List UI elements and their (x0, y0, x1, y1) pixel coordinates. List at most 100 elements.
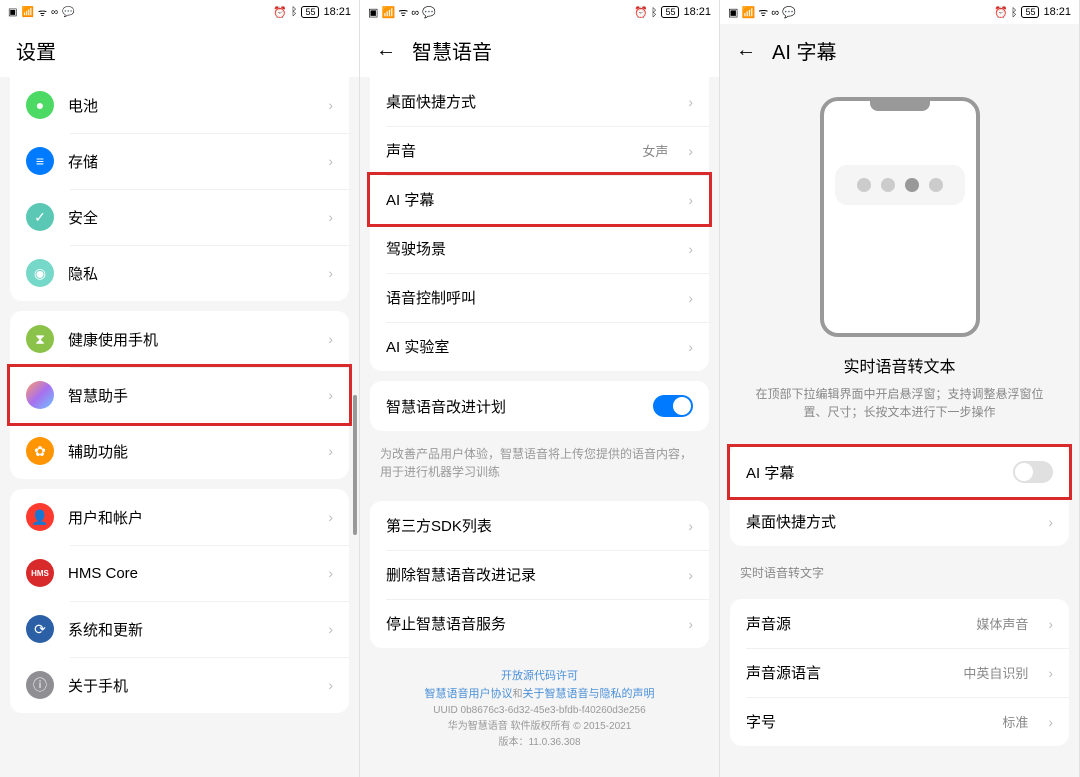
chevron-icon: › (688, 143, 693, 159)
settings-row[interactable]: ● 电池 › (10, 77, 349, 133)
list-row[interactable]: 停止智慧语音服务› (370, 599, 709, 648)
list-row[interactable]: AI 字幕› (367, 172, 712, 227)
voice-group-improve: 智慧语音改进计划 (370, 381, 709, 431)
status-time: 18:21 (323, 6, 351, 18)
page-title: AI 字幕 (772, 36, 836, 65)
voice-content[interactable]: 桌面快捷方式›声音女声›AI 字幕›驾驶场景›语音控制呼叫›AI 实验室› 智慧… (360, 77, 719, 777)
illustration-title: 实时语音转文本 (720, 353, 1079, 377)
row-icon: ≡ (26, 147, 54, 175)
chevron-icon: › (688, 192, 693, 208)
screen-ai-subtitle: ▣ 📶 ᯤ ∞ 💬 ⏰ ᛒ 55 18:21 ← AI 字幕 实时语音转文本 在… (720, 0, 1080, 777)
dot-4 (929, 178, 943, 192)
row-label: 桌面快捷方式 (386, 91, 668, 112)
list-row[interactable]: 声音源语言中英自识别› (730, 648, 1069, 697)
chevron-icon: › (688, 616, 693, 632)
status-bar: ▣ 📶 ᯤ ∞ 💬 ⏰ ᛒ 55 18:21 (360, 0, 719, 24)
list-row[interactable]: 语音控制呼叫› (370, 273, 709, 322)
ai-subtitle-content[interactable]: 实时语音转文本 在顶部下拉编辑界面中开启悬浮窗；支持调整悬浮窗位置、尺寸；长按文… (720, 77, 1079, 777)
ai-subtitle-header: ← AI 字幕 (720, 24, 1079, 77)
chevron-icon: › (328, 565, 333, 581)
row-label: 电池 (68, 95, 308, 116)
settings-group-1: ● 电池 ›≡ 存储 ›✓ 安全 ›◉ 隐私 › (10, 77, 349, 301)
status-time: 18:21 (683, 6, 711, 18)
settings-row[interactable]: ◉ 隐私 › (10, 245, 349, 301)
row-label: 用户和帐户 (68, 507, 308, 528)
indicators: ⏰ ᛒ (634, 6, 657, 19)
status-bar: ▣ 📶 ᯤ ∞ 💬 ⏰ ᛒ 55 18:21 (720, 0, 1079, 24)
settings-row[interactable]: 👤 用户和帐户 › (10, 489, 349, 545)
row-label: 字号 (746, 711, 988, 732)
settings-row[interactable]: ⓘ 关于手机 › (10, 657, 349, 713)
row-label: 桌面快捷方式 (746, 511, 1028, 532)
dot-3 (905, 178, 919, 192)
illustration-desc: 在顶部下拉编辑界面中开启悬浮窗；支持调整悬浮窗位置、尺寸；长按文本进行下一步操作 (720, 377, 1079, 437)
chevron-icon: › (328, 443, 333, 459)
row-value: 中英自识别 (963, 663, 1028, 682)
settings-row[interactable]: ≡ 存储 › (10, 133, 349, 189)
row-label: AI 字幕 (746, 462, 999, 483)
back-icon[interactable]: ← (376, 39, 396, 62)
improve-plan-row[interactable]: 智慧语音改进计划 (370, 381, 709, 431)
settings-row[interactable]: ✿ 辅助功能 › (10, 423, 349, 479)
settings-row[interactable]: ⧗ 健康使用手机 › (10, 311, 349, 367)
row-label: 第三方SDK列表 (386, 515, 668, 536)
wifi-icon: ᯤ (38, 5, 47, 19)
footer-uuid: UUID 0b8676c3-6d32-45e3-bfdb-f40260d3e25… (380, 703, 699, 719)
chevron-icon: › (328, 153, 333, 169)
row-icon: ⓘ (26, 671, 54, 699)
list-row[interactable]: 桌面快捷方式› (370, 77, 709, 126)
settings-group-3: 👤 用户和帐户 ›HMS HMS Core ›⟳ 系统和更新 ›ⓘ 关于手机 › (10, 489, 349, 713)
row-icon: ⧗ (26, 325, 54, 353)
status-time: 18:21 (1043, 6, 1071, 18)
footer-privacy[interactable]: 关于智慧语音与隐私的声明 (523, 688, 655, 700)
row-icon: 👤 (26, 503, 54, 531)
settings-content[interactable]: ● 电池 ›≡ 存储 ›✓ 安全 ›◉ 隐私 › ⧗ 健康使用手机 › 智慧助手… (0, 77, 359, 777)
hd-icon: ▣ 📶 ᯤ ∞ 💬 (368, 5, 436, 20)
toggle[interactable] (1013, 461, 1053, 483)
settings-row[interactable]: ⟳ 系统和更新 › (10, 601, 349, 657)
bluetooth-icon: ᛒ (291, 6, 298, 18)
chevron-icon: › (328, 209, 333, 225)
row-label: 智慧助手 (68, 385, 308, 406)
list-row[interactable]: AI 字幕 (727, 444, 1072, 500)
chevron-icon: › (688, 518, 693, 534)
row-icon: ✿ (26, 437, 54, 465)
row-label: 驾驶场景 (386, 238, 668, 259)
settings-header: 设置 (0, 24, 359, 77)
battery-indicator: 55 (661, 6, 679, 18)
footer-license[interactable]: 开放源代码许可 (380, 668, 699, 686)
row-icon: ✓ (26, 203, 54, 231)
row-label: 安全 (68, 207, 308, 228)
list-row[interactable]: 第三方SDK列表 › (370, 501, 709, 550)
list-row[interactable]: 声音女声› (370, 126, 709, 175)
row-label: 系统和更新 (68, 619, 308, 640)
voice-group-3: 第三方SDK列表 › 删除智慧语音改进记录›停止智慧语音服务› (370, 501, 709, 648)
list-row[interactable]: AI 实验室› (370, 322, 709, 371)
voice-group-1: 桌面快捷方式›声音女声›AI 字幕›驾驶场景›语音控制呼叫›AI 实验室› (370, 77, 709, 371)
chevron-icon: › (1048, 514, 1053, 530)
settings-row[interactable]: 智慧助手 › (7, 364, 352, 426)
indicators: ⏰ ᛒ (994, 6, 1017, 19)
list-row[interactable]: 字号标准› (730, 697, 1069, 746)
settings-row[interactable]: ✓ 安全 › (10, 189, 349, 245)
dot-2 (881, 178, 895, 192)
phone-notch (870, 97, 930, 111)
hd-icon: ▣ (8, 7, 17, 18)
page-title: 智慧语音 (412, 36, 492, 65)
list-row[interactable]: 驾驶场景› (370, 224, 709, 273)
chevron-icon: › (1048, 714, 1053, 730)
row-value: 女声 (642, 141, 668, 160)
back-icon[interactable]: ← (736, 39, 756, 62)
dot-1 (857, 178, 871, 192)
scrollbar[interactable] (353, 395, 357, 535)
list-row[interactable]: 桌面快捷方式 › (730, 497, 1069, 546)
chevron-icon: › (328, 331, 333, 347)
list-row[interactable]: 删除智慧语音改进记录› (370, 550, 709, 599)
footer-agreement[interactable]: 智慧语音用户协议 (425, 688, 513, 700)
settings-row[interactable]: HMS HMS Core › (10, 545, 349, 601)
row-label: HMS Core (68, 565, 308, 582)
list-row[interactable]: 声音源媒体声音› (730, 599, 1069, 648)
improve-toggle[interactable] (653, 395, 693, 417)
battery-indicator: 55 (1021, 6, 1039, 18)
row-label: 健康使用手机 (68, 329, 308, 350)
